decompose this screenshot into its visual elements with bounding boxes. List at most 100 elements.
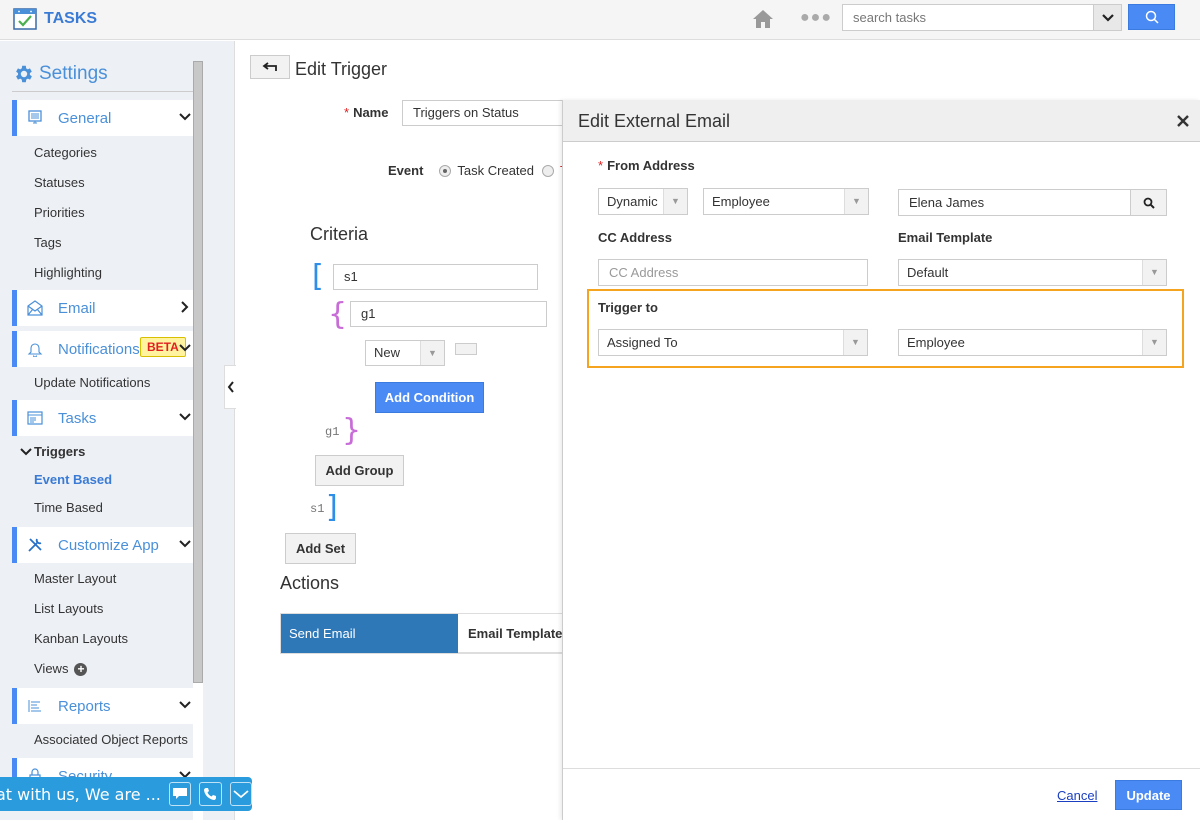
settings-sidebar: Settings General Categories Statuses Pri…: [0, 41, 235, 820]
sidebar-item-statuses[interactable]: Statuses: [34, 175, 85, 190]
chevron-down-icon[interactable]: [179, 111, 191, 123]
search-button[interactable]: [1128, 4, 1175, 30]
sidebar-item-update-notifications[interactable]: Update Notifications: [34, 375, 150, 390]
tools-icon: [26, 536, 44, 554]
radio-task-updated[interactable]: [542, 164, 554, 177]
email-template-select[interactable]: Default ▼: [898, 259, 1167, 286]
add-view-icon[interactable]: +: [74, 663, 88, 677]
dropdown-arrow-icon: ▼: [844, 189, 868, 214]
dialog-title: Edit External Email: [578, 111, 731, 131]
search-dropdown-button[interactable]: [1093, 5, 1121, 30]
cancel-link[interactable]: Cancel: [1057, 788, 1097, 803]
more-dots-icon[interactable]: ●●●: [800, 10, 832, 26]
action-template-label: Email Template:: [468, 626, 567, 641]
sidebar-section-notifications[interactable]: Notifications BETA: [12, 331, 193, 367]
from-type-select[interactable]: Dynamic ▼: [598, 188, 688, 215]
chevron-right-icon[interactable]: [179, 301, 191, 313]
action-type[interactable]: Send Email: [281, 614, 458, 653]
trigger-name-input[interactable]: Triggers on Status: [402, 100, 572, 126]
back-button[interactable]: [250, 55, 290, 79]
chat-message-button[interactable]: [168, 782, 192, 806]
sidebar-item-views[interactable]: Views +: [34, 661, 88, 677]
page-title: Edit Trigger: [295, 59, 388, 79]
from-value-input[interactable]: Elena James: [898, 189, 1167, 216]
sidebar-item-time-based[interactable]: Time Based: [34, 500, 103, 515]
dialog-footer-divider: [563, 768, 1200, 769]
trigger-to-module-select[interactable]: Employee ▼: [898, 329, 1167, 356]
tasks-icon: [26, 409, 44, 427]
trigger-to-label: Trigger to: [598, 300, 658, 315]
search-input[interactable]: [843, 5, 1093, 30]
home-icon[interactable]: [752, 8, 774, 30]
app-logo[interactable]: TASKS: [13, 7, 97, 31]
sidebar-item-priorities[interactable]: Priorities: [34, 205, 85, 220]
set-close-label: s1: [310, 502, 325, 516]
dialog-header: Edit External Email: [563, 100, 1200, 142]
close-icon[interactable]: [1175, 113, 1191, 129]
radio-task-created[interactable]: [439, 164, 452, 177]
collapse-sidebar-button[interactable]: [224, 365, 236, 409]
chevron-down-icon[interactable]: [179, 342, 191, 354]
monitor-icon: [26, 109, 44, 127]
add-condition-button[interactable]: Add Condition: [375, 382, 484, 413]
dropdown-arrow-icon: ▼: [420, 341, 444, 365]
update-button[interactable]: Update: [1115, 780, 1182, 810]
sidebar-item-tags[interactable]: Tags: [34, 235, 61, 250]
set-open-bracket: [: [312, 259, 324, 294]
dropdown-arrow-icon: ▼: [843, 330, 867, 355]
event-options: Event Task Created T: [388, 163, 576, 178]
trigger-to-field-select[interactable]: Assigned To ▼: [598, 329, 868, 356]
app-title: TASKS: [44, 10, 98, 27]
cc-address-label: CC Address: [598, 230, 672, 245]
add-set-button[interactable]: Add Set: [285, 533, 356, 564]
action-row[interactable]: Send Email Email Template:: [280, 613, 570, 654]
edit-external-email-dialog: Edit External Email * From Address Dynami…: [562, 100, 1200, 820]
condition-select[interactable]: New ▼: [365, 340, 445, 366]
lookup-search-button[interactable]: [1130, 190, 1166, 215]
criteria-heading: Criteria: [310, 224, 369, 244]
actions-heading: Actions: [280, 573, 340, 593]
chat-text[interactable]: at with us, We are ...: [0, 785, 161, 804]
sidebar-item-categories[interactable]: Categories: [34, 145, 97, 160]
chevron-down-icon[interactable]: [179, 699, 191, 711]
dropdown-arrow-icon: ▼: [1142, 330, 1166, 355]
add-group-button[interactable]: Add Group: [315, 455, 404, 486]
settings-heading: Settings: [13, 63, 108, 85]
event-label: Event: [388, 163, 424, 178]
cc-address-input[interactable]: CC Address: [598, 259, 868, 286]
sidebar-section-email[interactable]: Email: [12, 290, 193, 326]
search-icon: [1145, 10, 1159, 24]
chat-minimize-button[interactable]: [229, 782, 252, 806]
chevron-down-icon[interactable]: [179, 411, 191, 423]
search-field[interactable]: [842, 4, 1122, 31]
set-name-input[interactable]: s1: [333, 264, 538, 290]
sidebar-item-event-based[interactable]: Event Based: [34, 472, 112, 487]
sidebar-section-tasks[interactable]: Tasks: [12, 400, 193, 436]
sidebar-group-triggers[interactable]: Triggers: [20, 444, 85, 459]
chevron-down-icon[interactable]: [179, 538, 191, 550]
group-name-input[interactable]: g1: [350, 301, 547, 327]
chevron-down-icon: [20, 447, 32, 455]
reports-icon: [26, 697, 44, 715]
bell-icon: [26, 340, 44, 358]
tasks-logo-icon: [13, 8, 37, 30]
sidebar-item-kanban-layouts[interactable]: Kanban Layouts: [34, 631, 128, 646]
sidebar-section-general[interactable]: General: [12, 100, 193, 136]
chevron-left-icon: [227, 381, 234, 393]
group-close-label: g1: [325, 425, 340, 439]
sidebar-section-customize-app[interactable]: Customize App: [12, 527, 193, 563]
sidebar-section-reports[interactable]: Reports: [12, 688, 193, 724]
sidebar-scrollbar[interactable]: [193, 61, 203, 683]
top-bar: TASKS ●●●: [0, 0, 1200, 40]
sidebar-item-associated-object-reports[interactable]: Associated Object Reports: [34, 732, 188, 747]
search-icon: [1143, 197, 1155, 209]
chat-widget[interactable]: at with us, We are ...: [0, 777, 252, 811]
sidebar-item-master-layout[interactable]: Master Layout: [34, 571, 116, 586]
dropdown-arrow-icon: ▼: [663, 189, 687, 214]
chat-call-button[interactable]: [199, 782, 222, 806]
sidebar-item-highlighting[interactable]: Highlighting: [34, 265, 102, 280]
from-address-label: * From Address: [598, 158, 695, 173]
condition-value-field[interactable]: [455, 343, 477, 355]
sidebar-item-list-layouts[interactable]: List Layouts: [34, 601, 103, 616]
from-module-select[interactable]: Employee ▼: [703, 188, 869, 215]
